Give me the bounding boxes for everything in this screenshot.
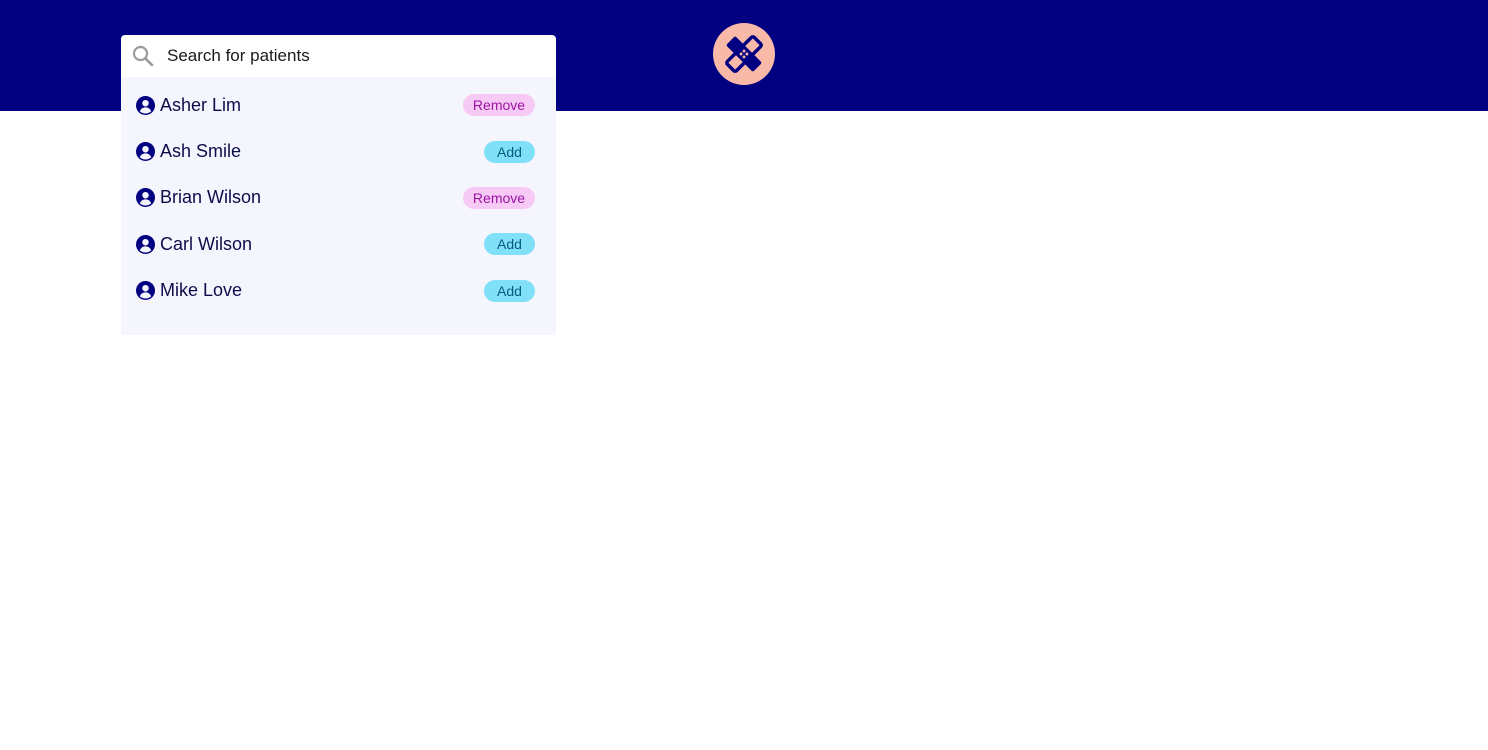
patient-name: Mike Love <box>160 280 243 301</box>
search-results-list: Asher Lim Remove Ash Smile Add Brian Wil… <box>121 77 556 335</box>
patient-name: Carl Wilson <box>160 233 253 254</box>
patient-name: Brian Wilson <box>160 187 262 208</box>
remove-patient-button[interactable]: Remove <box>463 94 535 117</box>
add-patient-button[interactable]: Add <box>484 279 535 302</box>
app-logo[interactable] <box>713 23 775 85</box>
user-circle-icon <box>136 95 155 115</box>
patient-search-panel: Asher Lim Remove Ash Smile Add <box>121 35 556 335</box>
user-circle-icon <box>136 188 155 208</box>
list-item[interactable]: Brian Wilson Remove <box>121 175 556 221</box>
add-patient-button[interactable]: Add <box>484 233 535 256</box>
patient-name: Asher Lim <box>160 94 242 115</box>
search-icon <box>132 45 154 67</box>
list-item[interactable]: Asher Lim Remove <box>121 82 556 128</box>
patient-name: Ash Smile <box>160 141 242 162</box>
bandage-icon <box>723 33 765 75</box>
remove-patient-button[interactable]: Remove <box>463 186 535 209</box>
search-input[interactable] <box>167 46 537 66</box>
list-item[interactable]: Ash Smile Add <box>121 128 556 174</box>
search-bar[interactable] <box>121 35 556 77</box>
list-item[interactable]: Carl Wilson Add <box>121 221 556 267</box>
user-circle-icon <box>136 142 155 162</box>
list-item[interactable]: Mike Love Add <box>121 268 556 314</box>
add-patient-button[interactable]: Add <box>484 140 535 163</box>
user-circle-icon <box>136 281 155 301</box>
user-circle-icon <box>136 234 155 254</box>
